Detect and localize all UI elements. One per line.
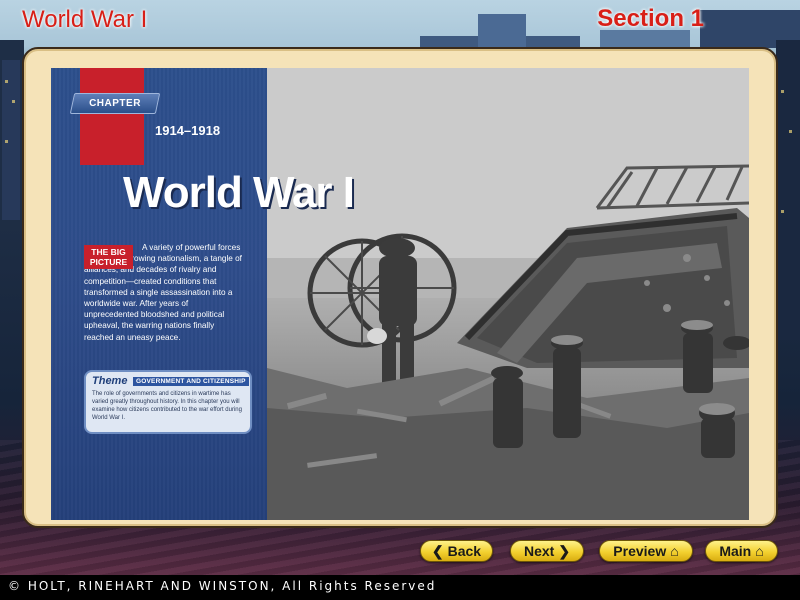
back-button[interactable]: ❮ Back	[420, 540, 493, 562]
home-icon: ⌂	[755, 543, 764, 559]
battlefield-photo	[267, 68, 749, 520]
chapter-title: World War I	[123, 168, 355, 217]
big-picture-label-line2: PICTURE	[89, 257, 128, 267]
main-button-label: Main	[719, 543, 752, 559]
preview-button[interactable]: Preview ⌂	[599, 540, 693, 562]
page-title: World War I	[22, 6, 148, 33]
theme-text: The role of governments and citizens in …	[92, 391, 242, 421]
chevron-left-icon: ❮	[431, 543, 444, 559]
chapter-label: CHAPTER	[89, 98, 141, 109]
chapter-red-tab	[80, 68, 144, 165]
home-icon: ⌂	[670, 543, 679, 559]
chapter-years: 1914–1918	[155, 123, 221, 138]
textbook-page-image: CHAPTER 1914–1918 World War I A variety …	[51, 68, 749, 520]
chevron-right-icon: ❯	[558, 543, 571, 559]
theme-badge: GOVERNMENT AND CITIZENSHIP	[133, 377, 249, 386]
section-label: Section 1	[597, 5, 704, 32]
tank-soldiers-illustration	[267, 68, 749, 520]
footer-bar: © HOLT, RINEHART AND WINSTON, All Rights…	[0, 575, 800, 600]
theme-label: Theme	[92, 375, 128, 387]
preview-button-label: Preview	[613, 543, 667, 559]
theme-box: Theme GOVERNMENT AND CITIZENSHIP The rol…	[84, 370, 252, 434]
big-picture-label-line1: THE BIG	[91, 247, 126, 257]
main-button[interactable]: Main ⌂	[705, 540, 778, 562]
back-button-label: Back	[447, 543, 482, 559]
copyright-text: © HOLT, RINEHART AND WINSTON, All Rights…	[8, 579, 437, 593]
next-button-label: Next	[523, 543, 555, 559]
next-button[interactable]: Next ❯	[510, 540, 584, 562]
big-picture-badge: THE BIG PICTURE	[84, 245, 133, 269]
chapter-tag: CHAPTER	[69, 93, 161, 114]
